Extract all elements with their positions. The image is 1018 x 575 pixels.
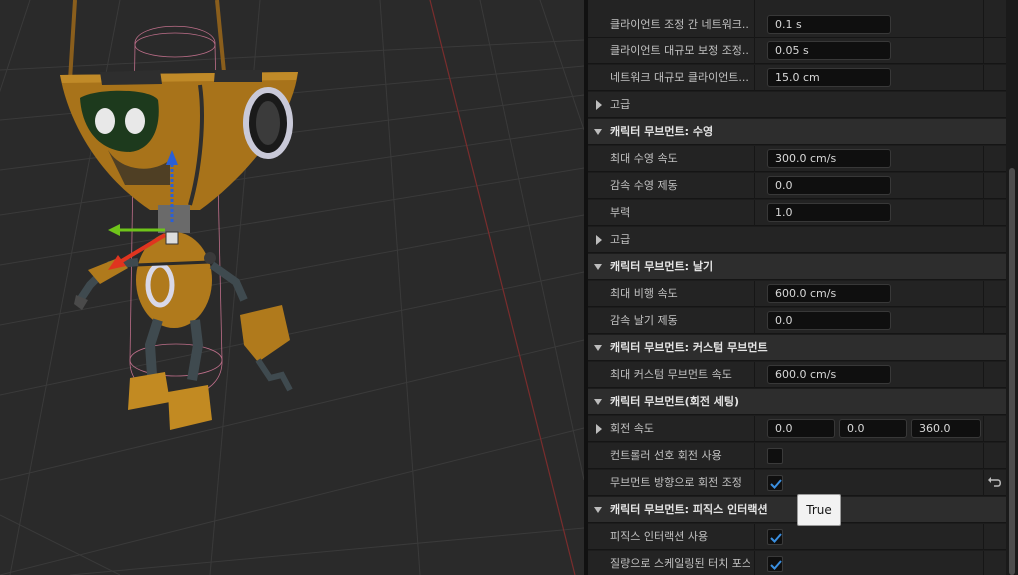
property-label: 회전 속도 [610, 422, 654, 435]
property-label: 부력 [610, 206, 631, 219]
property-label: 클라이언트 조정 간 네트워크... [610, 18, 750, 31]
category-header-flying[interactable]: 캐릭터 무브먼트: 날기 [588, 254, 1006, 280]
property-row: 컨트롤러 선호 회전 사용 [588, 443, 1006, 469]
property-row: 최대 수영 속도 300.0 cm/s [588, 146, 1006, 172]
property-row: 무브먼트 방향으로 회전 조정 [588, 470, 1006, 496]
property-label: 컨트롤러 선호 회전 사용 [610, 449, 722, 462]
property-label: 감속 날기 제동 [610, 314, 678, 327]
scrollbar-thumb[interactable] [1009, 168, 1015, 575]
property-value-field[interactable]: 0.0 [767, 311, 891, 330]
collapse-arrow-icon [594, 264, 602, 270]
advanced-section-toggle[interactable]: 고급 [588, 227, 1006, 253]
property-row: 질량으로 스케일링된 터치 포스 [588, 551, 1006, 575]
property-label: 최대 수영 속도 [610, 152, 678, 165]
property-row: 클라이언트 조정 간 네트워크... 0.1 s [588, 12, 1006, 38]
expand-arrow-icon[interactable] [596, 424, 602, 434]
property-label: 최대 비행 속도 [610, 287, 678, 300]
category-title: 캐릭터 무브먼트: 커스텀 무브먼트 [610, 341, 768, 354]
property-value-field[interactable]: 0.0 [767, 176, 891, 195]
orient-rotation-to-movement-checkbox[interactable] [767, 475, 783, 491]
property-row: 네트워크 대규모 클라이언트... 15.0 cm [588, 65, 1006, 91]
expand-arrow-icon [596, 100, 602, 110]
property-row: 부력 1.0 [588, 200, 1006, 226]
category-header-custom-movement[interactable]: 캐릭터 무브먼트: 커스텀 무브먼트 [588, 335, 1006, 361]
category-title: 캐릭터 무브먼트: 수영 [610, 125, 714, 138]
collapse-arrow-icon [594, 507, 602, 513]
property-row: 감속 날기 제동 0.0 [588, 308, 1006, 334]
touch-force-scaled-to-mass-checkbox[interactable] [767, 556, 783, 572]
property-label: 최대 커스텀 무브먼트 속도 [610, 368, 732, 381]
category-header-swimming[interactable]: 캐릭터 무브먼트: 수영 [588, 119, 1006, 145]
property-label: 무브먼트 방향으로 회전 조정 [610, 476, 742, 489]
rotation-y-field[interactable]: 0.0 [839, 419, 907, 438]
property-value-field[interactable]: 0.1 s [767, 15, 891, 34]
property-value-field[interactable]: 1.0 [767, 203, 891, 222]
viewport-scene [0, 0, 584, 575]
property-value-field[interactable]: 15.0 cm [767, 68, 891, 87]
category-header-rotation-settings[interactable]: 캐릭터 무브먼트(회전 세팅) [588, 389, 1006, 415]
checkmark-icon [770, 533, 782, 543]
collapse-arrow-icon [594, 345, 602, 351]
property-value-field[interactable]: 600.0 cm/s [767, 365, 891, 384]
reset-arrow-icon[interactable] [987, 475, 1003, 491]
details-scrollbar[interactable] [1006, 0, 1018, 575]
collapse-arrow-icon [594, 129, 602, 135]
property-row: 최대 비행 속도 600.0 cm/s [588, 281, 1006, 307]
expand-arrow-icon [596, 235, 602, 245]
category-title: 캐릭터 무브먼트(회전 세팅) [610, 395, 740, 408]
property-value-field[interactable]: 600.0 cm/s [767, 284, 891, 303]
level-viewport[interactable] [0, 0, 584, 575]
advanced-label: 고급 [610, 98, 631, 111]
property-label: 질량으로 스케일링된 터치 포스 [610, 557, 750, 570]
use-controller-rotation-checkbox[interactable] [767, 448, 783, 464]
property-row-rotation-rate: 회전 속도 0.0 0.0 360.0 [588, 416, 1006, 442]
checkmark-icon [770, 560, 782, 570]
property-label: 클라이언트 대규모 보정 조정... [610, 44, 750, 57]
value-tooltip: True [797, 494, 841, 526]
property-row: 최대 커스텀 무브먼트 속도 600.0 cm/s [588, 362, 1006, 388]
property-value-field[interactable]: 0.05 s [767, 41, 891, 60]
property-label: 피직스 인터랙션 사용 [610, 530, 709, 543]
property-label: 감속 수영 제동 [610, 179, 678, 192]
property-row: 클라이언트 대규모 보정 조정... 0.05 s [588, 38, 1006, 64]
details-panel: 클라이언트 조정 간 네트워크... 0.1 s 클라이언트 대규모 보정 조정… [588, 0, 1006, 575]
rotation-x-field[interactable]: 0.0 [767, 419, 835, 438]
property-value-field[interactable]: 300.0 cm/s [767, 149, 891, 168]
collapse-arrow-icon [594, 399, 602, 405]
category-title: 캐릭터 무브먼트: 날기 [610, 260, 714, 273]
category-title: 캐릭터 무브먼트: 피직스 인터랙션 [610, 503, 768, 516]
property-row: 감속 수영 제동 0.0 [588, 173, 1006, 199]
rotation-z-field[interactable]: 360.0 [911, 419, 981, 438]
property-row: 피직스 인터랙션 사용 [588, 524, 1006, 550]
advanced-label: 고급 [610, 233, 631, 246]
advanced-section-toggle[interactable]: 고급 [588, 92, 1006, 118]
enable-physics-interaction-checkbox[interactable] [767, 529, 783, 545]
checkmark-icon [770, 479, 782, 489]
property-label: 네트워크 대규모 클라이언트... [610, 71, 749, 84]
